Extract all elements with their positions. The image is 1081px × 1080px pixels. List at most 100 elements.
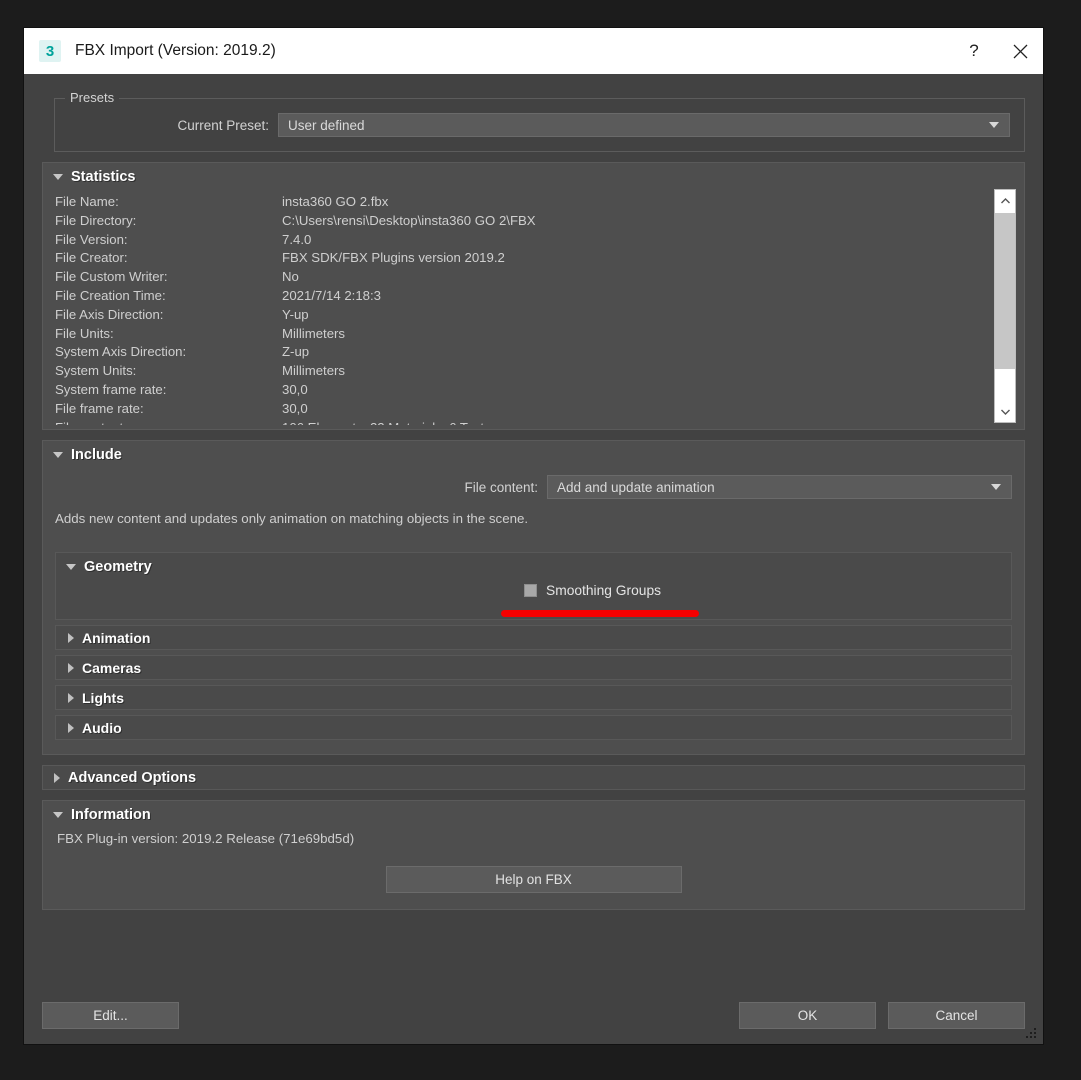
stat-key: File Name: <box>55 194 119 209</box>
stat-key: System Units: <box>55 363 137 379</box>
help-on-fbx-button[interactable]: Help on FBX <box>385 866 682 893</box>
triangle-down-icon <box>53 812 63 818</box>
stat-value: 2021/7/14 2:18:3 <box>282 287 381 303</box>
current-preset-value: User defined <box>288 117 365 133</box>
triangle-right-icon <box>68 722 74 733</box>
stat-value: Y-up <box>282 306 309 322</box>
chevron-down-icon <box>991 484 1001 490</box>
stat-key: System Axis Direction: <box>55 344 187 360</box>
geometry-subpanel: Geometry Smoothing Groups <box>55 552 1012 620</box>
stat-key: File Creation Time: <box>55 287 166 303</box>
include-panel: Include File content: Add and update ani… <box>42 440 1025 755</box>
cancel-button[interactable]: Cancel <box>888 1001 1025 1029</box>
stat-value: insta360 GO 2.fbx <box>282 194 389 209</box>
file-content-row: File content: Add and update animation <box>55 475 1012 499</box>
statistics-list: File Name: insta360 GO 2.fbx File Direct… <box>55 193 984 425</box>
triangle-right-icon <box>54 772 60 783</box>
presets-legend: Presets <box>65 90 120 105</box>
statistics-panel: Statistics File Name: insta360 GO 2.fbx … <box>42 162 1025 430</box>
smoothing-groups-label: Smoothing Groups <box>546 583 662 598</box>
stat-row: File Name: insta360 GO 2.fbx <box>55 193 984 212</box>
file-content-label: File content: <box>464 479 538 495</box>
footer-action-buttons: OK Cancel <box>739 1001 1025 1029</box>
file-content-dropdown[interactable]: Add and update animation <box>547 475 1012 499</box>
presets-group: Presets Current Preset: User defined <box>54 90 1025 152</box>
stat-value: FBX SDK/FBX Plugins version 2019.2 <box>282 250 505 266</box>
file-content-value: Add and update animation <box>557 479 715 495</box>
smoothing-groups-row[interactable]: Smoothing Groups <box>524 583 661 598</box>
smoothing-groups-checkbox[interactable] <box>524 584 537 597</box>
lights-rollout-header[interactable]: Lights <box>55 685 1012 710</box>
stat-row: File Creation Time: 2021/7/14 2:18:3 <box>55 287 984 306</box>
stat-key: System frame rate: <box>55 381 167 397</box>
information-panel: Information FBX Plug-in version: 2019.2 … <box>42 800 1025 910</box>
resize-grip[interactable] <box>1025 1027 1039 1041</box>
stat-key: File Version: <box>55 231 128 247</box>
stat-value: 7.4.0 <box>282 231 312 247</box>
fbx-import-dialog: 3 FBX Import (Version: 2019.2) ? Presets… <box>24 28 1043 1044</box>
cameras-title: Cameras <box>82 659 142 676</box>
triangle-right-icon <box>68 662 74 673</box>
stat-row: System Units: Millimeters <box>55 362 984 381</box>
help-button[interactable]: ? <box>951 28 997 74</box>
3dsmax-app-icon: 3 <box>39 40 61 62</box>
triangle-right-icon <box>68 692 74 703</box>
advanced-options-title: Advanced Options <box>68 769 197 786</box>
stat-key: File frame rate: <box>55 400 144 416</box>
statistics-title: Statistics <box>71 169 136 185</box>
current-preset-row: Current Preset: User defined <box>69 113 1010 137</box>
geometry-rollout-header[interactable]: Geometry <box>56 553 1011 579</box>
stat-key: File Directory: <box>55 212 137 228</box>
advanced-options-rollout-header[interactable]: Advanced Options <box>42 765 1025 790</box>
stat-key: File content: <box>55 419 282 425</box>
window-controls: ? <box>951 28 1043 74</box>
triangle-down-icon <box>53 452 63 458</box>
include-rollout-header[interactable]: Include <box>43 441 1024 467</box>
window-title: FBX Import (Version: 2019.2) <box>75 42 276 59</box>
stat-value: No <box>282 269 299 285</box>
current-preset-dropdown[interactable]: User defined <box>278 113 1010 137</box>
stat-value: 106 Elements, 22 Materials, 6 Textures <box>282 419 510 425</box>
current-preset-label: Current Preset: <box>177 117 269 133</box>
animation-title: Animation <box>82 629 151 646</box>
stat-value: 30,0 <box>282 381 308 397</box>
stat-key: File Creator: <box>55 250 128 266</box>
stat-row: File Version: 7.4.0 <box>55 231 984 250</box>
title-bar: 3 FBX Import (Version: 2019.2) ? <box>24 28 1043 74</box>
information-rollout-header[interactable]: Information <box>43 801 1024 827</box>
scrollbar-thumb[interactable] <box>995 213 1015 369</box>
stat-value: Millimeters <box>282 363 346 379</box>
stat-row: File Creator: FBX SDK/FBX Plugins versio… <box>55 249 984 268</box>
stat-row: System frame rate: 30,0 <box>55 381 984 400</box>
stat-value: Z-up <box>282 344 310 360</box>
scrollbar-track[interactable] <box>995 211 1015 401</box>
stat-row: File Custom Writer: No <box>55 268 984 287</box>
scroll-down-icon[interactable] <box>995 401 1015 422</box>
triangle-down-icon <box>66 564 76 570</box>
lights-title: Lights <box>82 689 124 706</box>
audio-rollout-header[interactable]: Audio <box>55 715 1012 740</box>
stat-value: C:\Users\rensi\Desktop\insta360 GO 2\FBX <box>282 212 536 228</box>
stat-key: File Axis Direction: <box>55 306 164 322</box>
stat-value: Millimeters <box>282 325 346 341</box>
ok-button[interactable]: OK <box>739 1001 876 1029</box>
edit-button[interactable]: Edit... <box>42 1001 179 1029</box>
cameras-rollout-header[interactable]: Cameras <box>55 655 1012 680</box>
stat-row: System Axis Direction: Z-up <box>55 343 984 362</box>
stat-row: File Directory: C:\Users\rensi\Desktop\i… <box>55 212 984 231</box>
geometry-title: Geometry <box>84 559 152 575</box>
statistics-scrollbar[interactable] <box>994 189 1016 423</box>
close-icon[interactable] <box>997 28 1043 74</box>
annotation-underline <box>501 610 699 617</box>
scroll-up-icon[interactable] <box>995 190 1015 211</box>
include-title: Include <box>71 447 122 463</box>
stat-key: File Custom Writer: <box>55 269 168 285</box>
stat-row: File frame rate: 30,0 <box>55 400 984 419</box>
include-description: Adds new content and updates only animat… <box>55 511 529 526</box>
chevron-down-icon <box>989 122 999 128</box>
stat-row: File content: 106 Elements, 22 Materials… <box>55 419 984 425</box>
stat-key: File Units: <box>55 325 114 341</box>
statistics-rollout-header[interactable]: Statistics <box>43 163 1024 189</box>
dialog-footer: Edit... OK Cancel <box>24 986 1043 1044</box>
animation-rollout-header[interactable]: Animation <box>55 625 1012 650</box>
